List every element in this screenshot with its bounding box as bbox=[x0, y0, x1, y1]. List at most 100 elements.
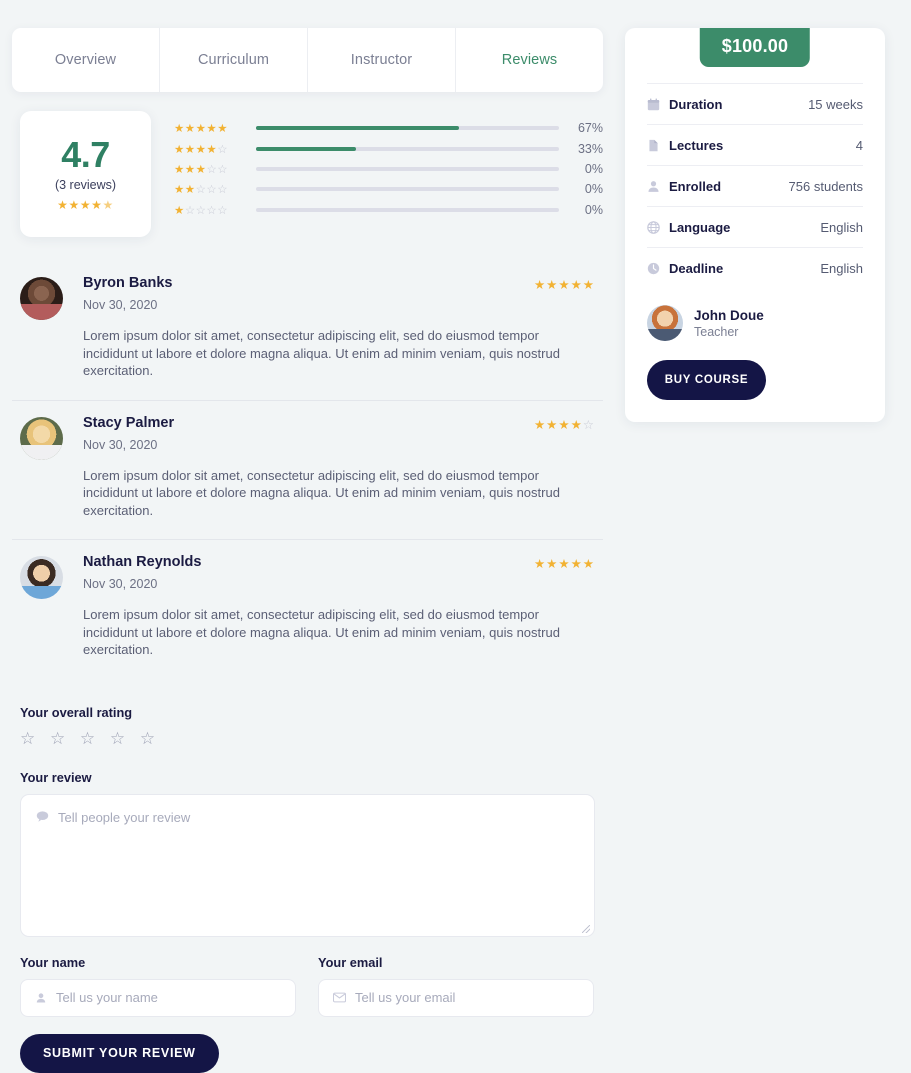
meta-label: Lectures bbox=[669, 137, 724, 153]
course-tabs: Overview Curriculum Instructor Reviews bbox=[12, 28, 603, 92]
meta-row-enrolled: Enrolled 756 students bbox=[647, 165, 863, 206]
tab-overview[interactable]: Overview bbox=[12, 28, 160, 92]
distribution-stars: ★★★★★ bbox=[174, 123, 229, 136]
main-column: Overview Curriculum Instructor Reviews 4… bbox=[12, 28, 603, 1073]
review-text: Lorem ipsum dolor sit amet, consectetur … bbox=[83, 328, 560, 379]
meta-row-deadline: Deadline English bbox=[647, 247, 863, 288]
distribution-stars: ★★★★☆ bbox=[174, 143, 229, 156]
rating-star-input[interactable]: ☆ ☆ ☆ ☆ ☆ bbox=[20, 729, 603, 749]
name-field-group: Your name Tell us your name bbox=[20, 955, 296, 1017]
contact-fields: Your name Tell us your name Your email T… bbox=[20, 955, 603, 1017]
course-sidebar: $100.00 Duration 15 weeks Lectures 4 Enr… bbox=[625, 28, 885, 1073]
meta-value: 756 students bbox=[788, 178, 863, 194]
name-label: Your name bbox=[20, 954, 86, 970]
review-header: Stacy Palmer Nov 30, 2020 ★★★★☆ bbox=[83, 415, 595, 452]
distribution-row: ★★☆☆☆ 0% bbox=[174, 179, 603, 199]
user-icon bbox=[35, 992, 47, 1004]
tab-reviews[interactable]: Reviews bbox=[456, 28, 603, 92]
envelope-icon bbox=[333, 992, 346, 1003]
name-placeholder: Tell us your name bbox=[56, 990, 158, 1006]
resize-handle[interactable] bbox=[582, 924, 590, 933]
reviews-list: Byron Banks Nov 30, 2020 ★★★★★ Lorem ips… bbox=[12, 261, 603, 679]
name-input[interactable]: Tell us your name bbox=[20, 978, 296, 1017]
average-stars: ★★★★★ bbox=[57, 198, 114, 212]
avatar bbox=[647, 305, 683, 341]
globe-icon bbox=[647, 220, 660, 234]
price-badge: $100.00 bbox=[699, 28, 811, 67]
tab-curriculum-label: Curriculum bbox=[197, 52, 270, 68]
teacher-block: John Doue Teacher bbox=[647, 305, 863, 341]
distribution-stars: ★★★☆☆ bbox=[174, 163, 229, 176]
distribution-percent: 33% bbox=[577, 141, 603, 156]
distribution-bar-track bbox=[256, 146, 559, 151]
rating-distribution: ★★★★★ 67% ★★★★☆ 33% ★★★☆☆ 0% ★★☆☆☆ 0% ★☆… bbox=[174, 111, 603, 220]
file-icon bbox=[647, 139, 660, 152]
buy-course-button[interactable]: BUY COURSE bbox=[647, 360, 766, 400]
review-content: Byron Banks Nov 30, 2020 ★★★★★ Lorem ips… bbox=[83, 275, 603, 380]
distribution-stars: ★☆☆☆☆ bbox=[174, 204, 229, 217]
review-content: Stacy Palmer Nov 30, 2020 ★★★★☆ Lorem ip… bbox=[83, 415, 603, 520]
review-placeholder: Tell people your review bbox=[36, 810, 190, 826]
review-header: Nathan Reynolds Nov 30, 2020 ★★★★★ bbox=[83, 554, 595, 591]
meta-label: Duration bbox=[669, 96, 723, 112]
distribution-row: ★★★★☆ 33% bbox=[174, 138, 603, 158]
review-placeholder-text: Tell people your review bbox=[58, 810, 191, 826]
distribution-bar-track bbox=[256, 126, 559, 131]
tab-curriculum[interactable]: Curriculum bbox=[160, 28, 308, 92]
review-content: Nathan Reynolds Nov 30, 2020 ★★★★★ Lorem… bbox=[83, 554, 603, 659]
review-textarea[interactable]: Tell people your review bbox=[20, 793, 595, 937]
meta-value: English bbox=[820, 260, 863, 276]
calendar-icon bbox=[647, 97, 660, 111]
review-date: Nov 30, 2020 bbox=[83, 298, 158, 312]
average-score-card: 4.7 (3 reviews) ★★★★★ bbox=[20, 111, 151, 237]
distribution-percent: 0% bbox=[584, 182, 603, 197]
clock-icon bbox=[647, 262, 660, 275]
distribution-percent: 67% bbox=[577, 121, 603, 136]
review-item: Stacy Palmer Nov 30, 2020 ★★★★☆ Lorem ip… bbox=[12, 399, 603, 540]
course-meta-list: Duration 15 weeks Lectures 4 Enrolled 75… bbox=[647, 28, 863, 288]
reviewer-name: Byron Banks bbox=[83, 275, 173, 291]
distribution-bar-track bbox=[256, 207, 559, 212]
distribution-percent: 0% bbox=[584, 161, 603, 176]
distribution-row: ★★★★★ 67% bbox=[174, 118, 603, 138]
review-date: Nov 30, 2020 bbox=[83, 437, 158, 452]
star-filled-icon: ★ bbox=[68, 198, 80, 213]
review-date: Nov 30, 2020 bbox=[83, 577, 158, 592]
submit-review-button[interactable]: SUBMIT YOUR REVIEW bbox=[20, 1033, 219, 1073]
teacher-name: John Doue bbox=[694, 307, 764, 323]
review-item: Nathan Reynolds Nov 30, 2020 ★★★★★ Lorem… bbox=[12, 539, 603, 679]
user-icon bbox=[647, 180, 660, 193]
meta-row-duration: Duration 15 weeks bbox=[647, 83, 863, 124]
distribution-bar-track bbox=[256, 166, 559, 171]
email-input[interactable]: Tell us your email bbox=[318, 978, 594, 1017]
tab-instructor[interactable]: Instructor bbox=[308, 28, 456, 92]
comment-icon bbox=[36, 810, 49, 826]
reviewer-name: Nathan Reynolds bbox=[83, 554, 202, 571]
email-placeholder: Tell us your email bbox=[355, 990, 456, 1006]
distribution-row: ★★★☆☆ 0% bbox=[174, 159, 603, 179]
distribution-bar-track bbox=[256, 187, 559, 192]
meta-row-language: Language English bbox=[647, 206, 863, 247]
teacher-role: Teacher bbox=[694, 324, 739, 339]
star-filled-icon: ★ bbox=[91, 198, 103, 213]
page-root: Overview Curriculum Instructor Reviews 4… bbox=[0, 0, 911, 1073]
distribution-stars: ★★☆☆☆ bbox=[174, 184, 229, 197]
reviewer-name: Stacy Palmer bbox=[83, 414, 175, 431]
review-field-label: Your review bbox=[20, 769, 92, 785]
review-header: Byron Banks Nov 30, 2020 ★★★★★ bbox=[83, 275, 595, 312]
overall-rating-label: Your overall rating bbox=[20, 704, 133, 720]
meta-value: 15 weeks bbox=[808, 96, 863, 112]
review-text: Lorem ipsum dolor sit amet, consectetur … bbox=[83, 607, 560, 658]
tab-instructor-label: Instructor bbox=[350, 52, 413, 68]
average-score: 4.7 bbox=[61, 133, 110, 175]
email-field-group: Your email Tell us your email bbox=[318, 955, 594, 1017]
distribution-row: ★☆☆☆☆ 0% bbox=[174, 200, 603, 220]
tab-overview-label: Overview bbox=[54, 52, 117, 68]
avatar bbox=[20, 556, 63, 600]
tab-reviews-label: Reviews bbox=[501, 52, 558, 68]
avatar bbox=[20, 277, 63, 320]
review-rating-stars: ★★★★★ bbox=[533, 557, 595, 572]
distribution-bar-fill bbox=[256, 126, 459, 131]
meta-label: Enrolled bbox=[669, 178, 722, 194]
meta-label: Deadline bbox=[669, 260, 724, 276]
